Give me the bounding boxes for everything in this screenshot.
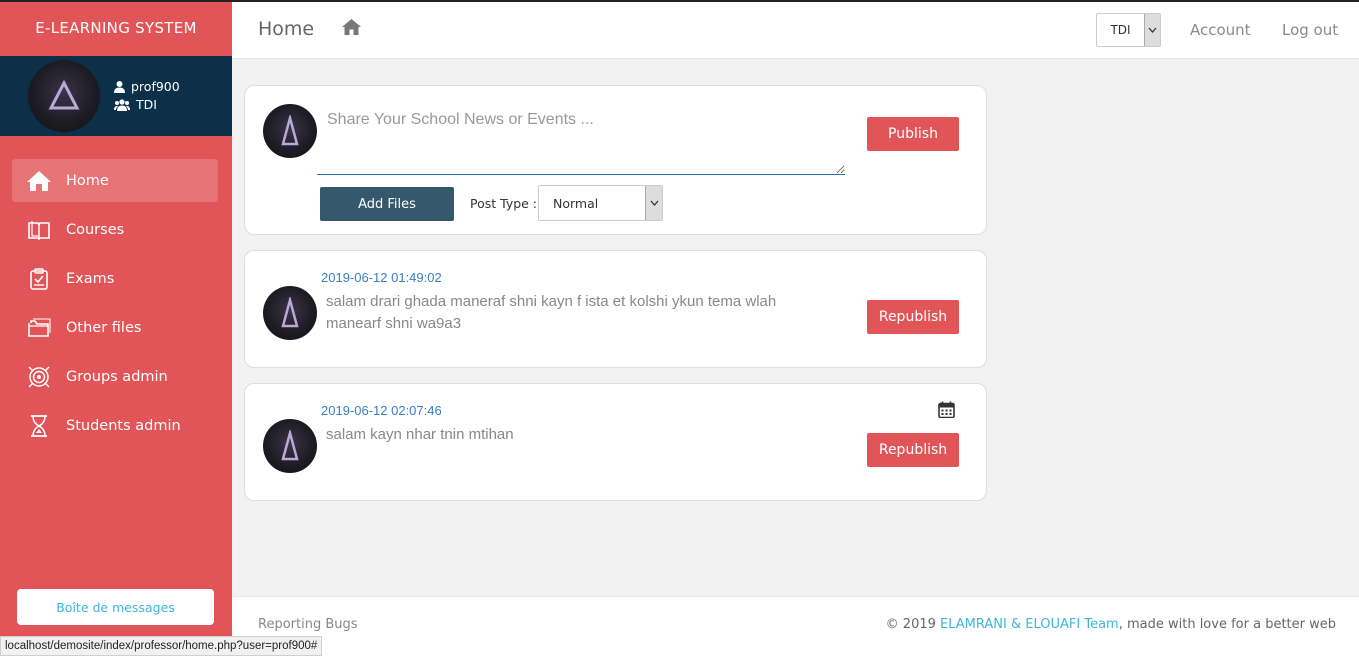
logo-icon <box>281 297 299 328</box>
publish-button[interactable]: Publish <box>867 117 959 151</box>
share-news-input[interactable] <box>317 108 845 175</box>
window-top-border <box>0 0 1359 2</box>
target-icon <box>26 366 52 388</box>
post-type-select[interactable]: Normal <box>538 185 663 221</box>
clipboard-icon <box>26 267 52 290</box>
sidebar-item-label: Groups admin <box>66 368 168 385</box>
sidebar-item-home[interactable]: Home <box>12 159 218 202</box>
avatar <box>263 286 317 340</box>
sidebar-item-label: Other files <box>66 319 142 336</box>
user-icon <box>114 81 125 93</box>
sidebar: E-LEARNING SYSTEM prof900 TDI Home Cours… <box>0 0 232 656</box>
post-date: 2019-06-12 01:49:02 <box>321 270 442 285</box>
post-text: salam drari ghada maneraf shni kayn f is… <box>326 293 777 332</box>
avatar <box>263 419 317 473</box>
sidebar-item-groups-admin[interactable]: Groups admin <box>12 355 218 398</box>
account-link[interactable]: Account <box>1190 21 1251 39</box>
logo-icon <box>281 115 299 146</box>
browser-status-bar: localhost/demosite/index/professor/home.… <box>0 636 323 656</box>
user-group: TDI <box>136 97 157 112</box>
folder-icon <box>26 317 52 339</box>
users-icon <box>114 99 130 111</box>
username: prof900 <box>131 79 180 94</box>
sidebar-item-label: Students admin <box>66 417 181 434</box>
avatar <box>263 104 317 158</box>
chevron-down-icon <box>645 186 662 220</box>
profile-panel: prof900 TDI <box>0 56 232 136</box>
chevron-down-icon <box>1144 14 1160 46</box>
sidebar-item-students-admin[interactable]: Students admin <box>12 404 218 447</box>
post-card: 2019-06-12 02:07:46 salam kayn nhar tnin… <box>244 383 987 501</box>
post-text: salam kayn nhar tnin mtihan <box>326 426 514 443</box>
republish-button[interactable]: Republish <box>867 300 959 334</box>
logo-icon <box>281 430 299 461</box>
book-icon <box>26 219 52 241</box>
home-icon <box>26 170 52 192</box>
home-icon[interactable] <box>342 19 361 39</box>
messages-button[interactable]: Boîte de messages <box>17 589 214 625</box>
logout-link[interactable]: Log out <box>1282 21 1338 39</box>
add-files-button[interactable]: Add Files <box>320 187 454 221</box>
post-type-value: Normal <box>553 195 599 211</box>
footer: Reporting Bugs © 2019 ELAMRANI & ELOUAFI… <box>232 596 1359 656</box>
sidebar-nav: Home Courses Exams Other files Groups ad… <box>0 159 232 447</box>
post-date: 2019-06-12 02:07:46 <box>321 403 442 418</box>
post-type-label: Post Type : <box>470 196 538 211</box>
calendar-icon[interactable] <box>938 401 955 422</box>
sidebar-item-label: Home <box>66 172 109 189</box>
trophy-icon <box>26 414 52 437</box>
brand-title[interactable]: E-LEARNING SYSTEM <box>0 0 232 56</box>
logo-icon <box>48 79 80 110</box>
copyright-prefix: © 2019 <box>885 617 941 632</box>
team-link[interactable]: ELAMRANI & ELOUAFI Team <box>940 617 1119 632</box>
profile-info: prof900 TDI <box>114 78 180 114</box>
class-select-value: TDI <box>1110 23 1131 37</box>
post-composer: Publish Add Files Post Type : Normal <box>244 85 987 235</box>
republish-button[interactable]: Republish <box>867 433 959 467</box>
footer-copyright: © 2019 ELAMRANI & ELOUAFI Team, made wit… <box>886 617 1336 632</box>
top-header: Home TDI Account Log out <box>232 2 1359 59</box>
sidebar-item-other-files[interactable]: Other files <box>12 306 218 349</box>
avatar[interactable] <box>28 60 100 132</box>
class-select[interactable]: TDI <box>1096 13 1161 47</box>
sidebar-item-exams[interactable]: Exams <box>12 257 218 300</box>
copyright-suffix: , made with love for a better web <box>1118 617 1336 632</box>
sidebar-item-courses[interactable]: Courses <box>12 208 218 251</box>
reporting-bugs-link[interactable]: Reporting Bugs <box>258 617 358 632</box>
sidebar-item-label: Exams <box>66 270 115 287</box>
page-title: Home <box>258 18 315 40</box>
sidebar-item-label: Courses <box>66 221 125 238</box>
post-card: 2019-06-12 01:49:02 salam drari ghada ma… <box>244 250 987 368</box>
